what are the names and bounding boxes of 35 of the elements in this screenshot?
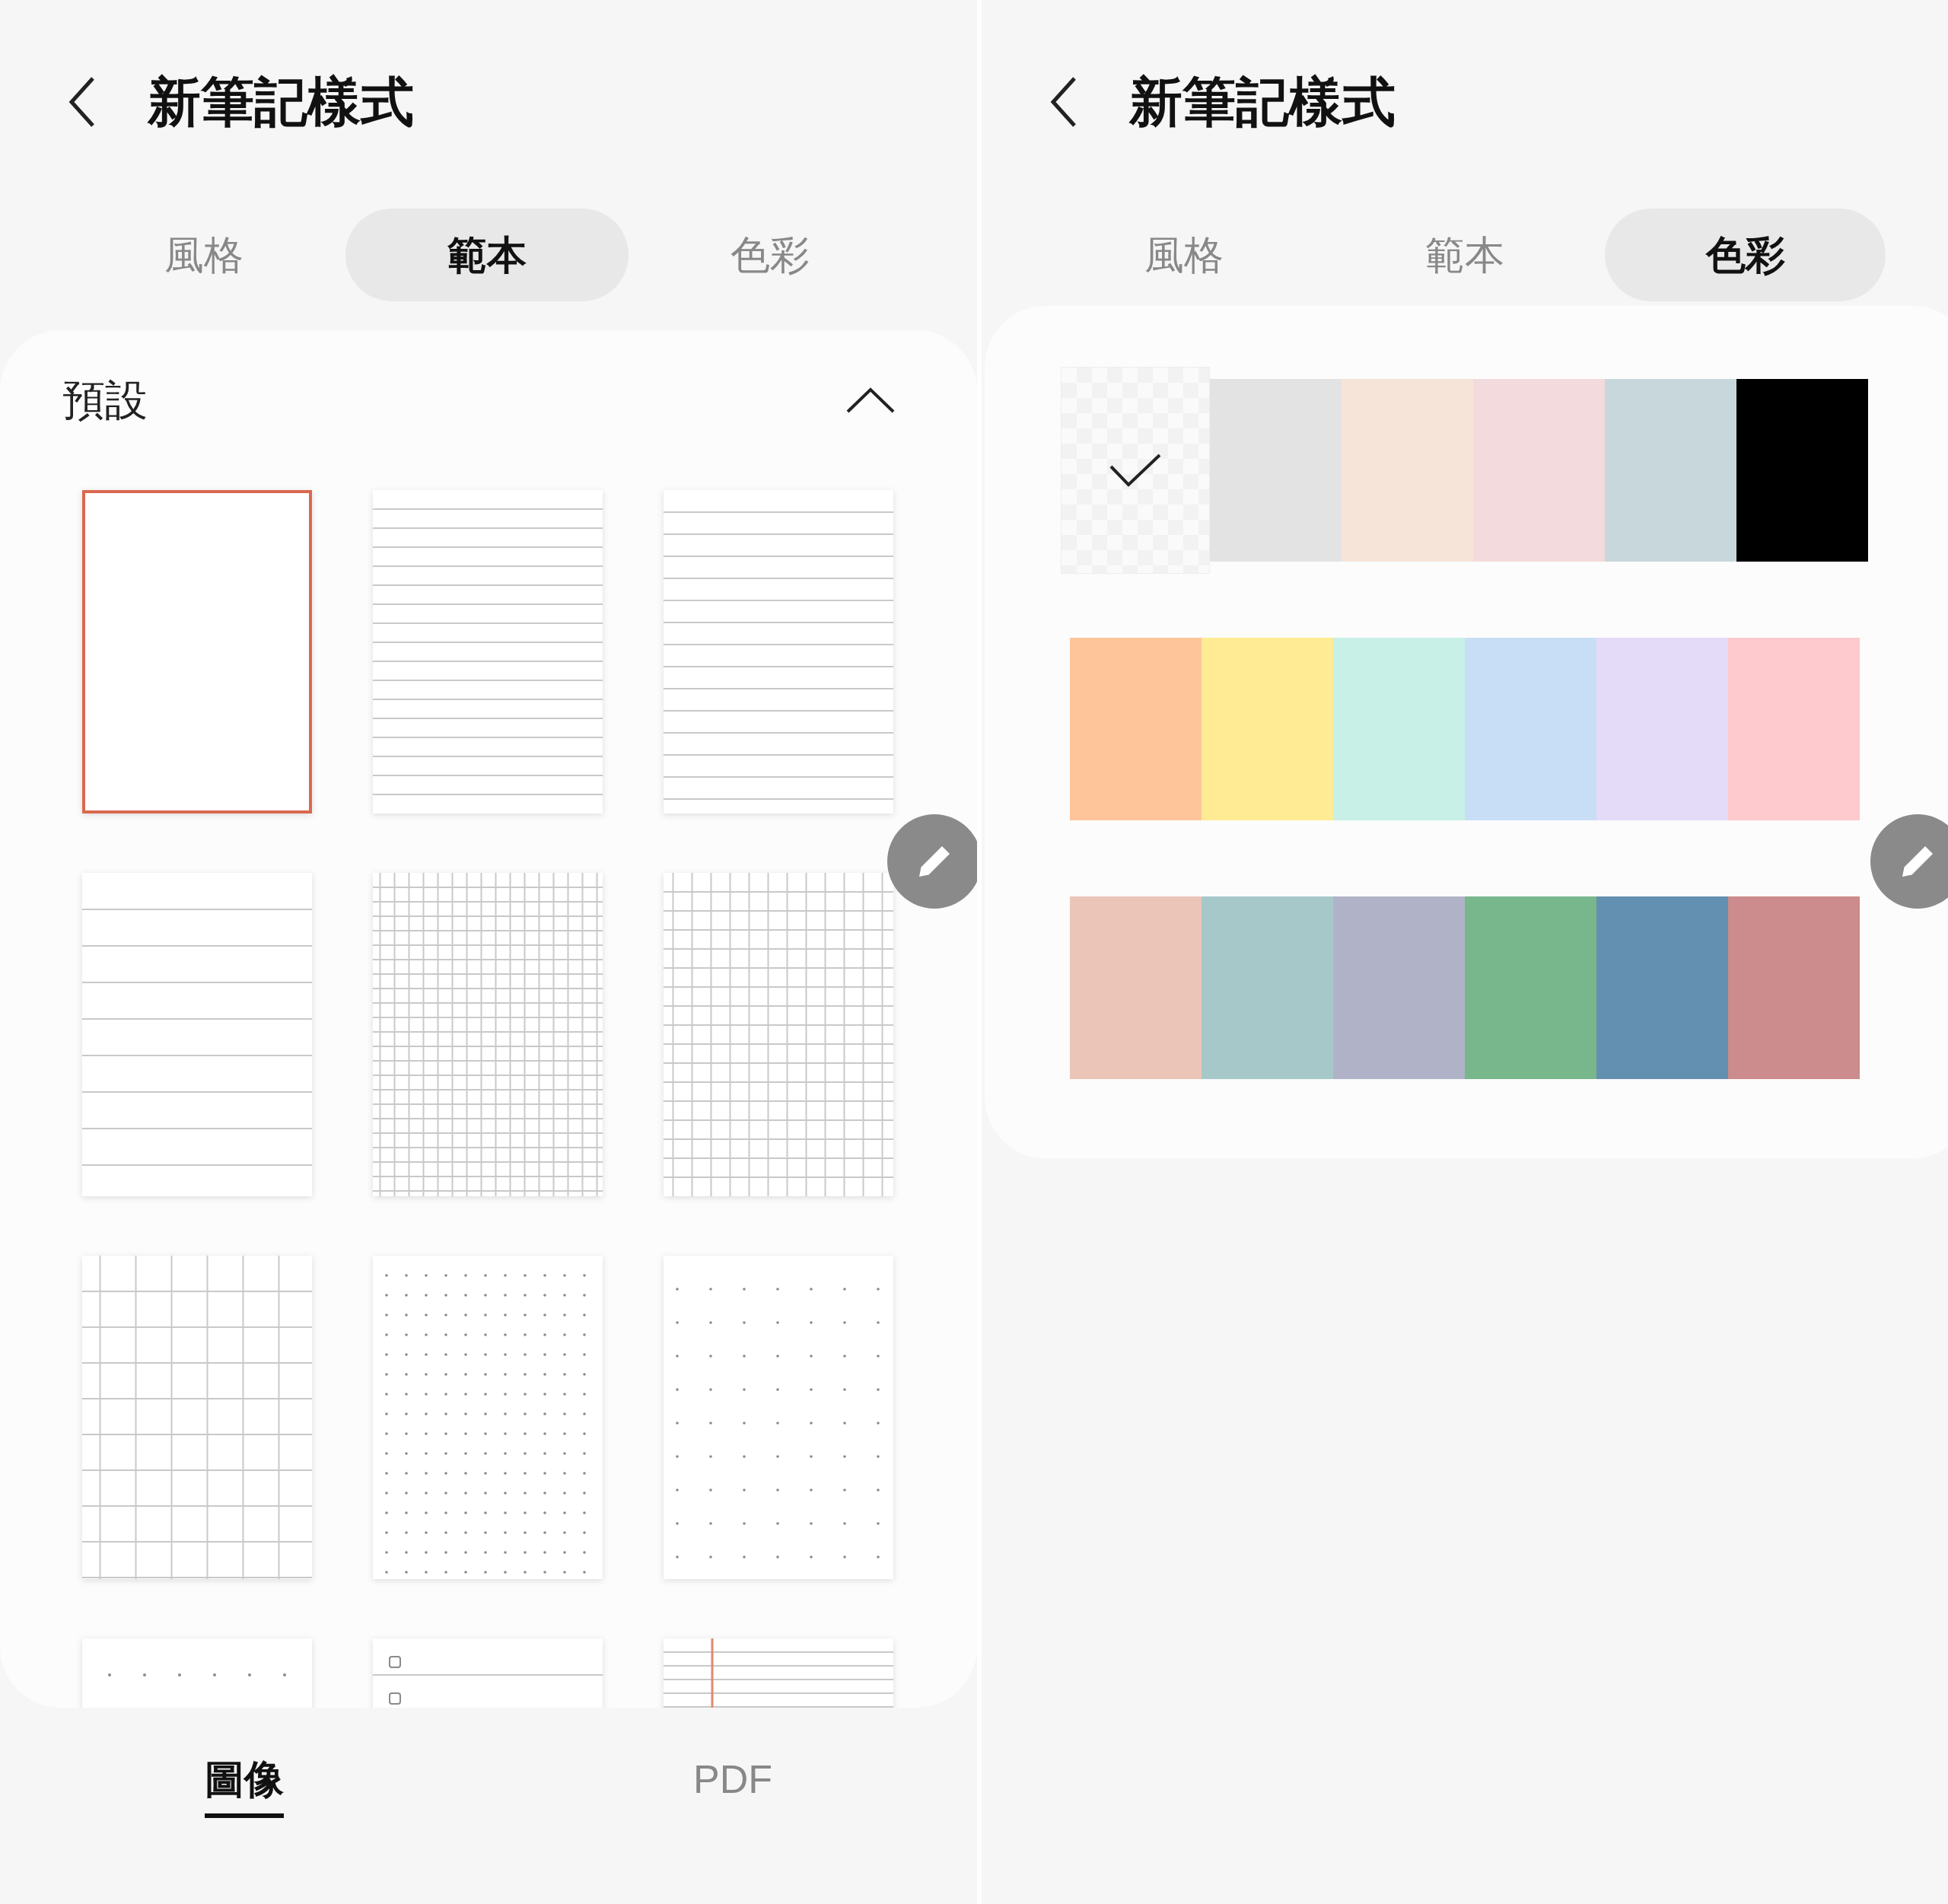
transparent-swatch[interactable] xyxy=(1061,367,1210,574)
color-swatch[interactable] xyxy=(1070,896,1202,1079)
page-title: 新筆記樣式 xyxy=(148,75,414,129)
color-swatch[interactable] xyxy=(1210,379,1342,562)
bottom-tab[interactable]: 圖像 xyxy=(0,1730,489,1837)
note-template[interactable] xyxy=(664,873,893,1196)
color-swatch[interactable] xyxy=(1202,638,1333,820)
color-swatch[interactable] xyxy=(1736,379,1868,562)
tab[interactable]: 範本 xyxy=(345,209,629,301)
color-swatch[interactable] xyxy=(1728,638,1860,820)
color-swatch[interactable] xyxy=(1596,638,1728,820)
check-icon xyxy=(1109,453,1162,488)
color-swatch[interactable] xyxy=(1333,638,1465,820)
color-swatch[interactable] xyxy=(1473,379,1605,562)
bottom-tab[interactable]: PDF xyxy=(489,1730,977,1837)
color-swatch[interactable] xyxy=(1465,896,1596,1079)
color-swatch[interactable] xyxy=(1070,638,1202,820)
color-swatch[interactable] xyxy=(1728,896,1860,1079)
color-swatch[interactable] xyxy=(1333,896,1465,1079)
chevron-icon[interactable] xyxy=(846,387,895,414)
note-template[interactable] xyxy=(82,490,312,813)
tab[interactable]: 風格 xyxy=(62,209,345,301)
note-template[interactable] xyxy=(82,1256,312,1579)
tab[interactable]: 色彩 xyxy=(1605,209,1886,301)
note-template[interactable] xyxy=(373,873,603,1196)
section-title: 預設 xyxy=(62,375,148,425)
color-swatch[interactable] xyxy=(1465,638,1596,820)
color-swatch[interactable] xyxy=(1202,896,1333,1079)
tab[interactable]: 風格 xyxy=(1044,209,1325,301)
page-title: 新筆記樣式 xyxy=(1129,75,1396,129)
color-swatch[interactable] xyxy=(1605,379,1736,562)
color-swatch[interactable] xyxy=(1342,379,1473,562)
color-swatch[interactable] xyxy=(1596,896,1728,1079)
tab[interactable]: 色彩 xyxy=(629,209,912,301)
tab[interactable]: 範本 xyxy=(1324,209,1606,301)
